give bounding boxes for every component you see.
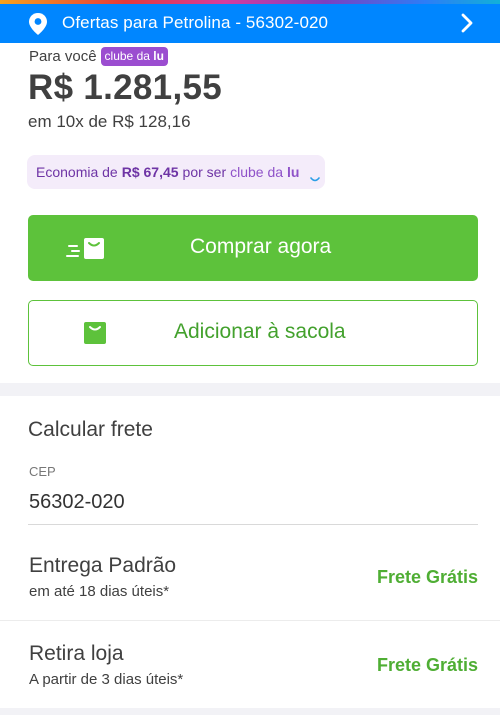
cep-input[interactable]: 56302-020 [29,491,125,514]
product-price: R$ 1.281,55 [28,68,223,107]
shipping-option-pickup: Retira loja A partir de 3 dias úteis* Fr… [0,642,500,715]
shipping-option-price: Frete Grátis [376,567,478,587]
clube-da-lu-logo: clube da lu [230,164,299,180]
buy-now-button[interactable]: Comprar agora [28,215,478,281]
shipping-option-title: Entrega Padrão [29,554,177,577]
shipping-option-price: Frete Grátis [376,655,478,675]
row-divider [0,620,500,621]
location-pin-icon [29,13,47,35]
fast-bag-icon [66,238,104,259]
para-voce-row: Para você clube da lu [29,47,168,66]
shipping-option-subtitle: em até 18 dias úteis* [29,583,170,600]
shipping-option-standard: Entrega Padrão em até 18 dias úteis* Fre… [0,554,500,639]
economy-suffix: por ser [182,164,227,180]
shipping-option-title: Retira loja [29,642,124,665]
economy-badge: Economia de R$ 67,45 por ser clube da lu [27,155,325,189]
section-divider-bottom [0,708,500,715]
location-text: Ofertas para Petrolina - 56302-020 [62,13,329,32]
clube-badge-suffix: lu [153,49,164,63]
add-to-bag-label: Adicionar à sacola [174,320,346,343]
price-section: Para você clube da lu R$ 1.281,55 em 10x… [0,43,500,383]
cep-label: CEP [29,464,56,479]
location-bar[interactable]: Ofertas para Petrolina - 56302-020 [0,0,500,43]
economy-prefix: Economia de [36,164,118,180]
clube-da-lu-badge: clube da lu [100,47,168,66]
clube-badge-prefix: clube da [104,49,154,63]
clube-inline-prefix: clube da [230,164,287,180]
cep-underline [28,524,478,525]
para-voce-label: Para você [29,48,97,65]
buy-now-label: Comprar agora [190,235,332,258]
shipping-option-subtitle: A partir de 3 dias úteis* [29,671,184,688]
shipping-section: Calcular frete CEP 56302-020 Entrega Pad… [0,396,500,715]
smile-icon [310,177,320,182]
chevron-right-icon[interactable] [458,12,476,34]
calculate-shipping-title: Calcular frete [28,418,153,441]
clube-inline-suffix: lu [286,164,300,180]
section-divider [0,383,500,396]
shopping-bag-icon [84,322,106,344]
installments-text: em 10x de R$ 128,16 [28,112,191,131]
add-to-bag-button[interactable]: Adicionar à sacola [28,300,478,366]
economy-amount: R$ 67,45 [121,164,179,180]
